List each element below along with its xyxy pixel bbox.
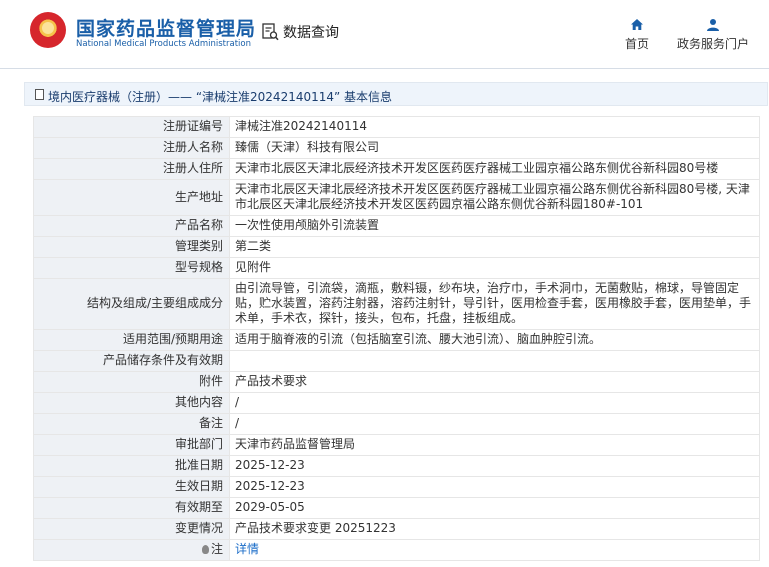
field-value: / bbox=[229, 413, 760, 435]
field-value: 一次性使用颅脑外引流装置 bbox=[229, 215, 760, 237]
note-value-cell: 详情 bbox=[229, 539, 760, 561]
field-label: 注册证编号 bbox=[33, 116, 230, 138]
table-row: 注册人住所 天津市北辰区天津北辰经济技术开发区医药医疗器械工业园京福公路东侧优谷新… bbox=[33, 158, 760, 180]
lightbulb-icon bbox=[201, 545, 209, 554]
table-row: 批准日期 2025-12-23 bbox=[33, 455, 760, 477]
table-row: 变更情况 产品技术要求变更 20251223 bbox=[33, 518, 760, 540]
field-label: 备注 bbox=[33, 413, 230, 435]
field-label: 其他内容 bbox=[33, 392, 230, 414]
field-value: 由引流导管，引流袋，滴瓶，敷料镊，纱布块，治疗巾，手术洞巾，无菌敷贴，棉球，导管… bbox=[229, 278, 760, 330]
table-row: 结构及组成/主要组成成分 由引流导管，引流袋，滴瓶，敷料镊，纱布块，治疗巾，手术洞… bbox=[33, 278, 760, 330]
field-label: 产品名称 bbox=[33, 215, 230, 237]
field-value: 天津市北辰区天津北辰经济技术开发区医药医疗器械工业园京福公路东侧优谷新科园80号… bbox=[229, 179, 760, 216]
field-label: 管理类别 bbox=[33, 236, 230, 258]
table-row: 有效期至 2029-05-05 bbox=[33, 497, 760, 519]
field-label: 产品储存条件及有效期 bbox=[33, 350, 230, 372]
field-label: 批准日期 bbox=[33, 455, 230, 477]
field-value: 臻儒（天津）科技有限公司 bbox=[229, 137, 760, 159]
nav-service-portal[interactable]: 政务服务门户 bbox=[672, 18, 754, 52]
field-label: 适用范围/预期用途 bbox=[33, 329, 230, 351]
site-header: 国家药品监督管理局 National Medical Products Admi… bbox=[0, 0, 769, 69]
registration-detail-table: 注册证编号 津械注准20242140114 注册人名称 臻儒（天津）科技有限公司 注册人… bbox=[33, 116, 760, 561]
brand-name-cn[interactable]: 国家药品监督管理局 bbox=[76, 14, 256, 41]
field-value: 产品技术要求 bbox=[229, 371, 760, 393]
home-icon bbox=[631, 19, 643, 30]
table-row: 备注 / bbox=[33, 413, 760, 435]
field-label: 型号规格 bbox=[33, 257, 230, 279]
field-label: 变更情况 bbox=[33, 518, 230, 540]
field-value: 天津市北辰区天津北辰经济技术开发区医药医疗器械工业园京福公路东侧优谷新科园80号… bbox=[229, 158, 760, 180]
nmpa-emblem-icon bbox=[30, 12, 66, 48]
field-label: 审批部门 bbox=[33, 434, 230, 456]
data-query-link[interactable]: 数据查询 bbox=[262, 22, 339, 42]
table-row: 生产地址 天津市北辰区天津北辰经济技术开发区医药医疗器械工业园京福公路东侧优谷新科… bbox=[33, 179, 760, 216]
table-row: 适用范围/预期用途 适用于脑脊液的引流（包括脑室引流、腰大池引流）、脑血肿腔引流。 bbox=[33, 329, 760, 351]
field-label: 生产地址 bbox=[33, 179, 230, 216]
field-label: 注册人名称 bbox=[33, 137, 230, 159]
field-label: 附件 bbox=[33, 371, 230, 393]
field-label: 注册人住所 bbox=[33, 158, 230, 180]
field-value: 天津市药品监督管理局 bbox=[229, 434, 760, 456]
data-query-label: 数据查询 bbox=[283, 25, 339, 41]
table-row: 型号规格 见附件 bbox=[33, 257, 760, 279]
field-label: 生效日期 bbox=[33, 476, 230, 498]
nav-home-label: 首页 bbox=[624, 37, 649, 51]
note-label-cell: 注 bbox=[33, 539, 230, 561]
field-value: 见附件 bbox=[229, 257, 760, 279]
table-row: 生效日期 2025-12-23 bbox=[33, 476, 760, 498]
field-label: 结构及组成/主要组成成分 bbox=[33, 278, 230, 330]
table-row: 其他内容 / bbox=[33, 392, 760, 414]
field-value: 产品技术要求变更 20251223 bbox=[229, 518, 760, 540]
table-row: 注册证编号 津械注准20242140114 bbox=[33, 116, 760, 138]
user-icon bbox=[707, 19, 719, 31]
note-row: 注详情 bbox=[33, 539, 760, 561]
table-row: 注册人名称 臻儒（天津）科技有限公司 bbox=[33, 137, 760, 159]
nav-home[interactable]: 首页 bbox=[618, 18, 656, 52]
document-search-icon bbox=[262, 23, 279, 41]
note-label: 注 bbox=[210, 542, 223, 556]
nav-portal-label: 政务服务门户 bbox=[676, 37, 749, 51]
table-row: 管理类别 第二类 bbox=[33, 236, 760, 258]
field-value: 2029-05-05 bbox=[229, 497, 760, 519]
brand-name-en: National Medical Products Administration bbox=[76, 39, 251, 49]
field-value: / bbox=[229, 392, 760, 414]
field-label: 有效期至 bbox=[33, 497, 230, 519]
table-row: 附件 产品技术要求 bbox=[33, 371, 760, 393]
field-value: 津械注准20242140114 bbox=[229, 116, 760, 138]
field-value: 2025-12-23 bbox=[229, 455, 760, 477]
field-value: 2025-12-23 bbox=[229, 476, 760, 498]
field-value: 适用于脑脊液的引流（包括脑室引流、腰大池引流）、脑血肿腔引流。 bbox=[229, 329, 760, 351]
breadcrumb-text: 境内医疗器械（注册）—— “津械注准20242140114” 基本信息 bbox=[48, 90, 393, 104]
field-value bbox=[229, 350, 760, 372]
table-row: 产品名称 一次性使用颅脑外引流装置 bbox=[33, 215, 760, 237]
table-row: 审批部门 天津市药品监督管理局 bbox=[33, 434, 760, 456]
field-value: 第二类 bbox=[229, 236, 760, 258]
details-link[interactable]: 详情 bbox=[235, 542, 259, 556]
breadcrumb: 境内医疗器械（注册）—— “津械注准20242140114” 基本信息 bbox=[24, 82, 768, 106]
table-row: 产品储存条件及有效期 bbox=[33, 350, 760, 372]
document-icon bbox=[35, 89, 44, 100]
